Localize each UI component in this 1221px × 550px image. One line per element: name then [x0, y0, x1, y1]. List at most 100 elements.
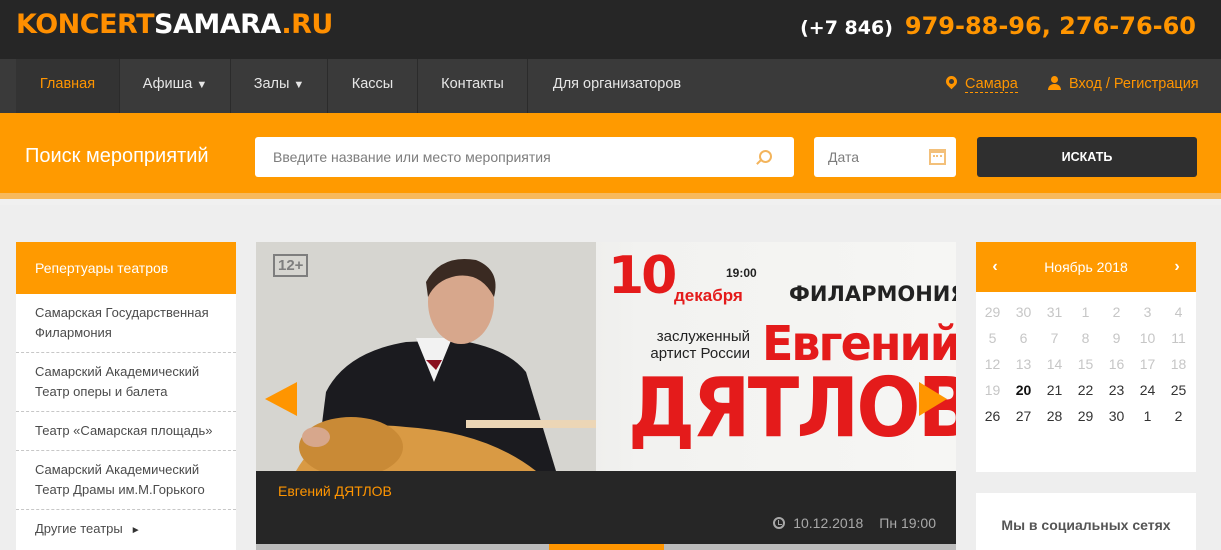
calendar-day[interactable]: 5: [977, 325, 1008, 351]
calendar-day[interactable]: 29: [1070, 403, 1101, 429]
calendar-day[interactable]: 3: [1132, 299, 1163, 325]
calendar-day[interactable]: 15: [1070, 351, 1101, 377]
location-pin-icon: [943, 73, 960, 90]
login-label: Вход / Регистрация: [1069, 76, 1199, 92]
age-rating-badge: 12+: [273, 254, 309, 277]
calendar-day[interactable]: 22: [1070, 377, 1101, 403]
calendar-day[interactable]: 21: [1039, 377, 1070, 403]
theatre-repertoire-panel: Репертуары театров Самарская Государстве…: [16, 242, 236, 550]
calendar-day[interactable]: 8: [1070, 325, 1101, 351]
event-banner[interactable]: 12+ 10 19:00 декабря ФИЛАРМОНИЯ заслужен…: [256, 242, 956, 471]
banner-venue: ФИЛАРМОНИЯ: [789, 282, 956, 306]
chevron-right-icon[interactable]: ›: [1162, 242, 1192, 292]
search-bar: Поиск мероприятий Введите название или м…: [0, 113, 1221, 199]
login-link[interactable]: Вход / Регистрация: [1048, 59, 1199, 113]
nav-ticket-offices[interactable]: Кассы: [328, 59, 418, 113]
social-panel: Мы в социальных сетях: [976, 493, 1196, 550]
clock-icon: [773, 517, 786, 529]
calendar-day[interactable]: 24: [1132, 377, 1163, 403]
calendar-day[interactable]: 13: [1008, 351, 1039, 377]
calendar-day[interactable]: 16: [1101, 351, 1132, 377]
event-date: 10.12.2018: [793, 515, 864, 531]
main-nav: Главная Афиша ▼ Залы ▼ Кассы Контакты Для …: [0, 59, 1221, 113]
nav-afisha[interactable]: Афиша ▼: [120, 59, 231, 113]
calendar-day[interactable]: 31: [1039, 299, 1070, 325]
banner-time: 19:00: [726, 266, 757, 280]
chevron-down-icon: ▼: [196, 79, 208, 91]
nav-organizers[interactable]: Для организаторов: [528, 59, 706, 113]
calendar-day[interactable]: 14: [1039, 351, 1070, 377]
date-input[interactable]: Дата: [814, 137, 956, 177]
nav-ticket-offices-label: Кассы: [351, 76, 394, 92]
event-slider: 12+ 10 19:00 декабря ФИЛАРМОНИЯ заслужен…: [256, 242, 956, 550]
theatre-link[interactable]: Самарский Академический Театр Драмы им.М…: [16, 451, 236, 510]
nav-home-label: Главная: [39, 76, 96, 92]
calendar-month: Ноябрь 2018: [1044, 259, 1128, 275]
triangle-right-icon: ►: [130, 525, 141, 536]
banner-last-name: ДЯТЛОВ: [628, 361, 956, 456]
search-input[interactable]: Введите название или место мероприятия: [255, 137, 794, 177]
theatre-link-label: Самарская Государственная Филармония: [35, 305, 209, 340]
calendar-day[interactable]: 9: [1101, 325, 1132, 351]
calendar-day[interactable]: 28: [1039, 403, 1070, 429]
nav-organizers-label: Для организаторов: [552, 76, 682, 92]
calendar-day[interactable]: 29: [977, 299, 1008, 325]
calendar-day[interactable]: 20: [1008, 377, 1039, 403]
phone-numbers[interactable]: 979-88-96, 276-76-60: [905, 12, 1196, 40]
nav-halls-label: Залы: [253, 76, 290, 92]
slider-prev-arrow-icon[interactable]: [265, 382, 297, 416]
calendar-day[interactable]: 4: [1163, 299, 1194, 325]
chevron-left-icon[interactable]: ‹: [980, 242, 1010, 292]
slider-thumbnails[interactable]: [256, 544, 956, 550]
calendar-day[interactable]: 25: [1163, 377, 1194, 403]
calendar-day[interactable]: 1: [1070, 299, 1101, 325]
calendar-day[interactable]: 10: [1132, 325, 1163, 351]
nav-home[interactable]: Главная: [16, 59, 120, 113]
social-title: Мы в социальных сетях: [1001, 517, 1171, 533]
calendar-day[interactable]: 7: [1039, 325, 1070, 351]
calendar-day[interactable]: 2: [1163, 403, 1194, 429]
site-header: KONCERTSAMARA.RU (+7 846) 979-88-96, 276-…: [0, 0, 1221, 59]
city-selector[interactable]: Самара: [943, 59, 1018, 113]
calendar-day[interactable]: 27: [1008, 403, 1039, 429]
event-calendar: ‹ Ноябрь 2018 › 29 30 31 1 2 3 4 5 6 7 8 9 10 11 12 13 1…: [976, 242, 1196, 472]
calendar-day[interactable]: 23: [1101, 377, 1132, 403]
calendar-grid: 29 30 31 1 2 3 4 5 6 7 8 9 10 11 12 13 14 15 16 17 18 19 20 21 2…: [976, 292, 1196, 429]
calendar-day[interactable]: 18: [1163, 351, 1194, 377]
calendar-day[interactable]: 26: [977, 403, 1008, 429]
calendar-day[interactable]: 30: [1101, 403, 1132, 429]
calendar-day[interactable]: 1: [1132, 403, 1163, 429]
theatre-link-label: Самарский Академический Театр оперы и ба…: [35, 364, 200, 399]
banner-day: 10: [608, 246, 677, 306]
event-datetime: 10.12.2018 Пн 19:00: [773, 515, 936, 531]
calendar-day[interactable]: 11: [1163, 325, 1194, 351]
theatre-link[interactable]: Театр «Самарская площадь»: [16, 412, 236, 451]
calendar-day[interactable]: 12: [977, 351, 1008, 377]
phone-block: (+7 846) 979-88-96, 276-76-60: [800, 12, 1196, 40]
calendar-day[interactable]: 2: [1101, 299, 1132, 325]
search-title: Поиск мероприятий: [25, 145, 209, 167]
search-placeholder: Введите название или место мероприятия: [273, 149, 551, 165]
chevron-down-icon: ▼: [293, 79, 305, 91]
event-weekday-time: Пн 19:00: [879, 515, 936, 531]
search-button[interactable]: ИСКАТЬ: [977, 137, 1197, 177]
theatre-link[interactable]: Самарский Академический Театр оперы и ба…: [16, 353, 236, 412]
logo-part-ru: .RU: [281, 9, 333, 40]
calendar-day[interactable]: 19: [977, 377, 1008, 403]
nav-halls[interactable]: Залы ▼: [231, 59, 328, 113]
nav-contacts[interactable]: Контакты: [418, 59, 528, 113]
banner-month: декабря: [674, 286, 743, 305]
theatre-link[interactable]: Самарская Государственная Филармония: [16, 294, 236, 353]
calendar-icon[interactable]: [929, 149, 946, 165]
date-placeholder: Дата: [828, 149, 860, 165]
search-icon[interactable]: [759, 150, 772, 163]
slider-next-arrow-icon[interactable]: [919, 382, 947, 416]
active-thumbnail[interactable]: [549, 544, 664, 550]
calendar-day[interactable]: 6: [1008, 325, 1039, 351]
calendar-day[interactable]: 17: [1132, 351, 1163, 377]
other-theatres-link[interactable]: Другие театры ►: [16, 510, 236, 550]
event-title[interactable]: Евгений ДЯТЛОВ: [278, 483, 392, 499]
site-logo[interactable]: KONCERTSAMARA.RU: [16, 9, 333, 40]
calendar-day[interactable]: 30: [1008, 299, 1039, 325]
theatre-link-label: Театр «Самарская площадь»: [35, 423, 213, 438]
